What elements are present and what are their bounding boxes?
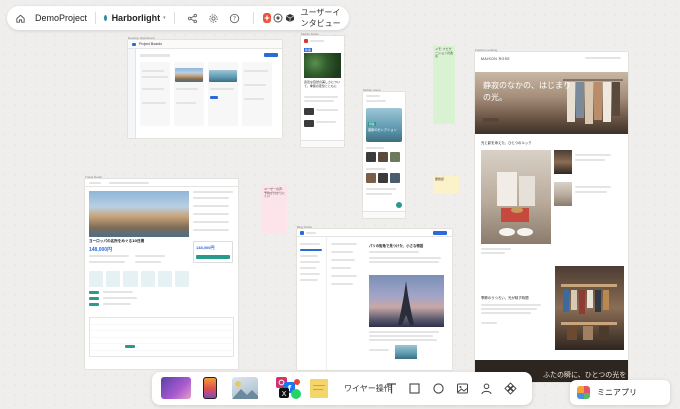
article-frame[interactable]: パリの街角で見つけた、小さな物語 [297, 229, 452, 370]
footer-line: ふたの瞬に、ひとつの光を [543, 371, 627, 379]
hero-title: 最新のセレクション [368, 128, 397, 132]
app-icon-orbit[interactable] [273, 13, 283, 23]
hero-tag: 特集 [368, 122, 376, 126]
image-stack-thumbnail[interactable] [232, 377, 258, 399]
mobile-news-frame[interactable]: 新着 身近な自然の美しさについて、季節の変化とともに [301, 36, 344, 147]
fashion-frame[interactable]: MAISON ROSE 静寂のなかの、はじまり の光。 光と影を添えた、ひとつの… [475, 52, 628, 382]
news-tag: 新着 [304, 48, 313, 52]
project-name[interactable]: DemoProject [35, 13, 87, 23]
bottom-toolbar: f X ワイヤー操作 [152, 372, 532, 405]
sticky-note[interactable]: ユーザーの声: 予約が分かりにくい [262, 186, 287, 234]
travel-price: 148,000円 [89, 247, 113, 253]
brand-name: MAISON ROSE [481, 57, 511, 61]
rectangle-tool-icon[interactable] [408, 382, 421, 395]
dashboard-header: Project Boards [139, 42, 162, 46]
component-tool-icon[interactable] [504, 382, 517, 395]
article-heading: パリの街角で見つけた、小さな物語 [369, 244, 424, 248]
template-thumbnail[interactable] [161, 377, 191, 399]
sticky-note[interactable]: 要確認 [433, 176, 459, 194]
sticky-text: ユーザーの声: 予約が分かりにくい [264, 187, 286, 199]
mini-app-icon [577, 386, 590, 399]
divider [173, 12, 175, 24]
home-icon[interactable] [15, 12, 26, 24]
mobile-app-frame[interactable]: 特集 最新のセレクション [363, 92, 405, 218]
share-icon[interactable] [187, 13, 198, 24]
divider [95, 12, 96, 24]
file-name[interactable]: Harborlight [112, 13, 161, 23]
settings-icon[interactable] [208, 13, 219, 24]
sticky-text: 要確認 [435, 177, 445, 181]
dashboard-frame[interactable]: Project Boards [128, 40, 282, 138]
mini-app-button[interactable]: ミニアプリ [570, 380, 670, 405]
svg-text:X: X [282, 390, 287, 398]
section-1-title: 光と影を添えた、ひとつのルック [481, 141, 532, 145]
mobile-template-thumbnail[interactable] [203, 377, 217, 399]
app-icon-red[interactable] [262, 13, 271, 23]
news-headline: 身近な自然の美しさについて、季節の変化とともに [304, 80, 341, 88]
chevron-down-icon[interactable]: ▾ [163, 15, 166, 21]
social-icons-thumbnail[interactable]: f X [276, 377, 302, 399]
help-icon[interactable]: ? [229, 13, 240, 24]
file-status-dot [103, 15, 107, 21]
design-canvas[interactable]: DemoProject Harborlight ▾ ? ユーザーインタビュー D… [0, 0, 680, 409]
divider [253, 12, 254, 24]
section-2-title: 季節のうつろい、光が映す時間 [481, 296, 529, 300]
side-price: 148,000円 [196, 245, 215, 250]
ellipse-tool-icon[interactable] [432, 382, 445, 395]
travel-frame[interactable]: ヨーロッパの名所をめぐる10日間 148,000円 148,000円 [85, 179, 238, 369]
sticky-note[interactable]: メモ: ナビゲーションの改善 [433, 46, 455, 124]
sticky-text: メモ: ナビゲーションの改善 [435, 47, 453, 59]
hero-line-1: 静寂のなかの、はじまり [483, 81, 571, 90]
app-icon-cube[interactable] [285, 13, 295, 23]
sticky-note-tool[interactable] [310, 379, 328, 398]
travel-heading: ヨーロッパの名所をめぐる10日間 [89, 239, 145, 243]
mini-app-label: ミニアプリ [597, 388, 637, 397]
svg-text:?: ? [233, 15, 236, 22]
top-bar: DemoProject Harborlight ▾ ? ユーザーインタビュー [7, 6, 349, 30]
image-tool-icon[interactable] [456, 382, 469, 395]
person-tool-icon[interactable] [480, 382, 493, 395]
text-tool-icon[interactable] [385, 382, 398, 395]
hero-line-2: の光。 [483, 93, 507, 102]
view-mode-label[interactable]: ユーザーインタビュー [301, 7, 341, 29]
